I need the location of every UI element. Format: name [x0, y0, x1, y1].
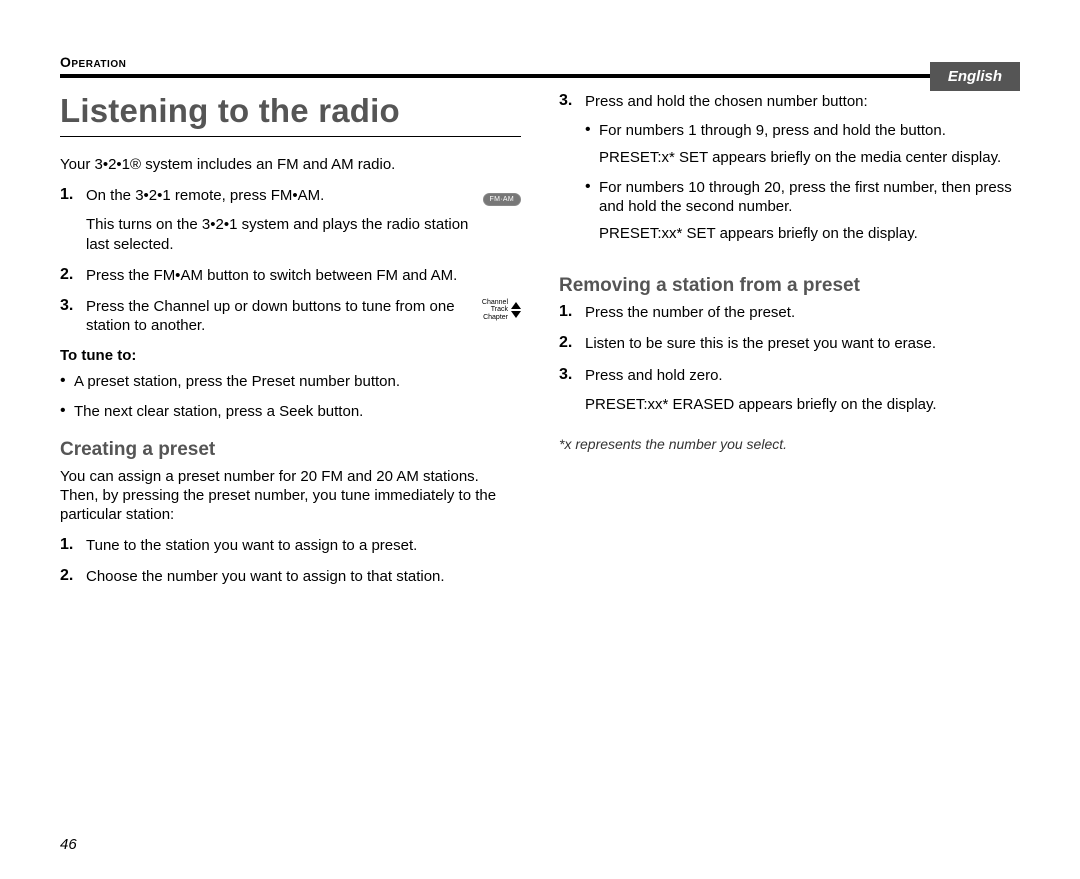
step-text: Choose the number you want to assign to …	[86, 567, 521, 586]
creating-preset-steps-continued: 3. Press and hold the chosen number butt…	[559, 92, 1020, 257]
step-number: 1.	[60, 536, 86, 555]
intro-text: Your 3•2•1® system includes an FM and AM…	[60, 155, 521, 174]
channel-updown-icon: Channel Track Chapter	[482, 299, 521, 321]
step-number: 2.	[60, 567, 86, 586]
list-item: 1. On the 3•2•1 remote, press FM•AM. Thi…	[60, 186, 521, 254]
list-item: 1. Tune to the station you want to assig…	[60, 536, 521, 555]
step-text: Press the Channel up or down buttons to …	[86, 297, 472, 335]
bullet-after: PRESET:xx* SET appears briefly on the di…	[599, 224, 1020, 243]
list-item: 1. Press the number of the preset.	[559, 303, 1020, 322]
list-item: 2. Choose the number you want to assign …	[60, 567, 521, 586]
step-text: Press the FM•AM button to switch between…	[86, 266, 521, 285]
step-extra: This turns on the 3•2•1 system and plays…	[86, 215, 473, 253]
chevron-down-icon	[511, 311, 521, 318]
track-label: Track	[482, 306, 508, 313]
bullet-text: For numbers 1 through 9, press and hold …	[599, 121, 1020, 140]
header-rule	[60, 74, 1020, 78]
left-column: Listening to the radio Your 3•2•1® syste…	[60, 92, 521, 599]
bullet-after: PRESET:x* SET appears briefly on the med…	[599, 148, 1020, 167]
bullet-icon: •	[60, 402, 74, 421]
step-text: Press the number of the preset.	[585, 303, 1020, 322]
list-item: 2. Listen to be sure this is the preset …	[559, 334, 1020, 353]
bullet-text: The next clear station, press a Seek but…	[74, 402, 363, 421]
step-number: 3.	[559, 366, 585, 414]
step-number: 1.	[559, 303, 585, 322]
list-item: 2. Press the FM•AM button to switch betw…	[60, 266, 521, 285]
step-extra: PRESET:xx* ERASED appears briefly on the…	[585, 395, 1020, 414]
step-number: 3.	[559, 92, 585, 257]
bullet-icon: •	[585, 121, 599, 167]
list-item: • For numbers 10 through 20, press the f…	[585, 178, 1020, 244]
step-number: 2.	[60, 266, 86, 285]
step-text: Tune to the station you want to assign t…	[86, 536, 521, 555]
footnote: *x represents the number you select.	[559, 436, 1020, 452]
creating-preset-heading: Creating a preset	[60, 439, 521, 461]
chapter-label: Chapter	[482, 314, 508, 321]
to-tune-heading: To tune to:	[60, 347, 521, 364]
list-item: 3. Press and hold the chosen number butt…	[559, 92, 1020, 257]
list-item: 3. Press the Channel up or down buttons …	[60, 297, 521, 335]
step-text: Press and hold zero.	[585, 366, 1020, 385]
bullet-icon: •	[585, 178, 599, 244]
page-number: 46	[60, 836, 77, 853]
fmam-icon: FM·AM	[483, 193, 521, 206]
step-number: 2.	[559, 334, 585, 353]
two-column-layout: Listening to the radio Your 3•2•1® syste…	[60, 92, 1020, 599]
title-rule	[60, 136, 521, 137]
step-text: Press and hold the chosen number button:	[585, 92, 1020, 111]
step-text: On the 3•2•1 remote, press FM•AM.	[86, 186, 473, 205]
list-item: • The next clear station, press a Seek b…	[60, 402, 521, 421]
bullet-text: A preset station, press the Preset numbe…	[74, 372, 400, 391]
creating-preset-intro: You can assign a preset number for 20 FM…	[60, 467, 521, 525]
creating-preset-steps: 1. Tune to the station you want to assig…	[60, 536, 521, 586]
removing-preset-heading: Removing a station from a preset	[559, 275, 1020, 297]
channel-label: Channel	[482, 299, 508, 306]
to-tune-bullets: • A preset station, press the Preset num…	[60, 372, 521, 420]
language-tab: English	[930, 62, 1020, 91]
section-label: Operation	[60, 54, 1020, 70]
bullet-icon: •	[60, 372, 74, 391]
fmam-button-icon: FM·AM	[483, 188, 521, 206]
removing-preset-steps: 1. Press the number of the preset. 2. Li…	[559, 303, 1020, 414]
step-text: Listen to be sure this is the preset you…	[585, 334, 1020, 353]
list-item: • A preset station, press the Preset num…	[60, 372, 521, 391]
right-column: 3. Press and hold the chosen number butt…	[559, 92, 1020, 599]
step-number: 3.	[60, 297, 86, 335]
list-item: 3. Press and hold zero. PRESET:xx* ERASE…	[559, 366, 1020, 414]
step-number: 1.	[60, 186, 86, 254]
radio-steps-list: 1. On the 3•2•1 remote, press FM•AM. Thi…	[60, 186, 521, 335]
list-item: • For numbers 1 through 9, press and hol…	[585, 121, 1020, 167]
chevron-up-icon	[511, 302, 521, 309]
page-title: Listening to the radio	[60, 92, 521, 130]
bullet-text: For numbers 10 through 20, press the fir…	[599, 178, 1020, 216]
